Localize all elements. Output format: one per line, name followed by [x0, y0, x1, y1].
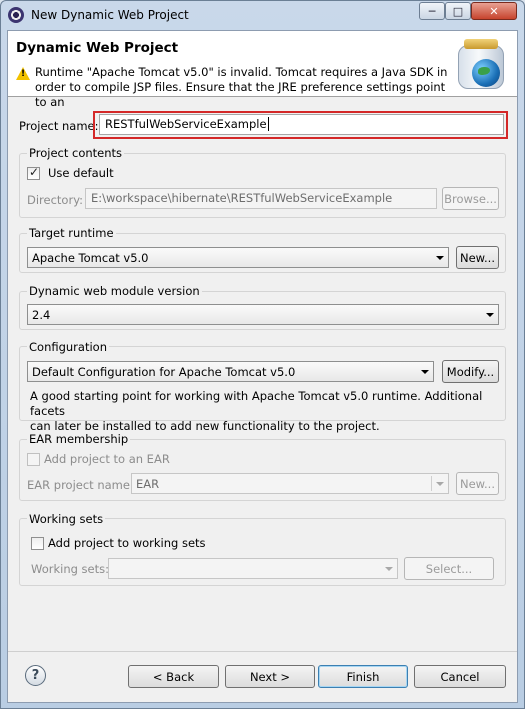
target-runtime-value: Apache Tomcat v5.0 [32, 251, 149, 265]
chevron-down-icon [385, 567, 393, 571]
warning-message: Runtime "Apache Tomcat v5.0" is invalid.… [35, 65, 455, 110]
chevron-down-icon [486, 313, 494, 317]
configuration-description-line-1: A good starting point for working with A… [30, 389, 483, 418]
help-icon[interactable]: ? [25, 665, 46, 686]
globe-icon [472, 59, 500, 87]
ear-project-name-label: EAR project name: [27, 478, 134, 492]
add-to-ear-checkbox[interactable] [27, 453, 40, 466]
finish-button[interactable]: Finish [318, 665, 408, 688]
minimize-button[interactable]: ─ [419, 2, 445, 20]
configuration-value: Default Configuration for Apache Tomcat … [32, 365, 296, 379]
eclipse-icon [8, 7, 24, 23]
add-to-working-sets-checkbox[interactable] [31, 537, 44, 550]
ear-project-select[interactable]: EAR [131, 473, 449, 494]
close-button[interactable]: ✕ [471, 2, 517, 20]
select-working-sets-button[interactable]: Select... [404, 557, 494, 580]
project-name-highlight [93, 111, 508, 139]
add-to-ear-label: Add project to an EAR [44, 452, 170, 466]
ear-project-value: EAR [136, 477, 160, 491]
warning-icon: ! [16, 67, 30, 80]
browse-button[interactable]: Browse... [442, 187, 499, 210]
footer-divider [8, 651, 517, 652]
new-runtime-button[interactable]: New... [456, 246, 499, 269]
directory-input[interactable]: E:\workspace\hibernate\RESTfulWebService… [85, 188, 437, 209]
use-default-label: Use default [48, 166, 114, 180]
project-contents-title: Project contents [27, 146, 125, 160]
working-sets-label: Working sets: [31, 562, 110, 576]
target-runtime-title: Target runtime [27, 226, 116, 240]
page-title: Dynamic Web Project [16, 40, 179, 56]
module-version-select[interactable]: 2.4 [27, 304, 499, 325]
back-button[interactable]: < Back [128, 665, 219, 688]
configuration-description: A good starting point for working with A… [30, 389, 500, 434]
modify-button[interactable]: Modify... [442, 360, 499, 383]
ear-membership-title: EAR membership [27, 432, 131, 446]
working-sets-select[interactable] [108, 558, 398, 579]
configuration-select[interactable]: Default Configuration for Apache Tomcat … [27, 361, 434, 382]
target-runtime-select[interactable]: Apache Tomcat v5.0 [27, 247, 449, 268]
cancel-button[interactable]: Cancel [414, 665, 506, 688]
new-ear-button[interactable]: New... [456, 472, 499, 495]
configuration-title: Configuration [27, 340, 109, 354]
check-mark-icon: ✓ [29, 165, 40, 179]
module-version-title: Dynamic web module version [27, 284, 202, 298]
combo-divider [431, 476, 432, 491]
use-default-checkbox[interactable]: ✓ [27, 165, 40, 180]
chevron-down-icon [436, 256, 444, 260]
dialog-window: New Dynamic Web Project ─ □ ✕ Dynamic We… [0, 0, 525, 709]
jar-lid-graphic [464, 39, 498, 49]
title-bar[interactable]: New Dynamic Web Project ─ □ ✕ [1, 1, 524, 30]
web-project-banner-icon [456, 37, 508, 93]
directory-label: Directory: [27, 193, 84, 207]
dialog-body: Dynamic Web Project ! Runtime "Apache To… [7, 30, 518, 703]
add-to-working-sets-label: Add project to working sets [48, 536, 206, 550]
module-version-value: 2.4 [32, 308, 51, 322]
warning-line-2: order to compile JSP files. Ensure that … [35, 80, 446, 109]
project-name-label: Project name: [19, 119, 99, 133]
wizard-header: Dynamic Web Project ! Runtime "Apache To… [8, 31, 517, 109]
warning-line-1: Runtime "Apache Tomcat v5.0" is invalid.… [35, 65, 448, 79]
next-button[interactable]: Next > [225, 665, 315, 688]
working-sets-title: Working sets [27, 512, 106, 526]
maximize-button[interactable]: □ [445, 2, 471, 20]
chevron-down-icon [436, 482, 444, 486]
window-title: New Dynamic Web Project [31, 8, 189, 22]
chevron-down-icon [421, 370, 429, 374]
